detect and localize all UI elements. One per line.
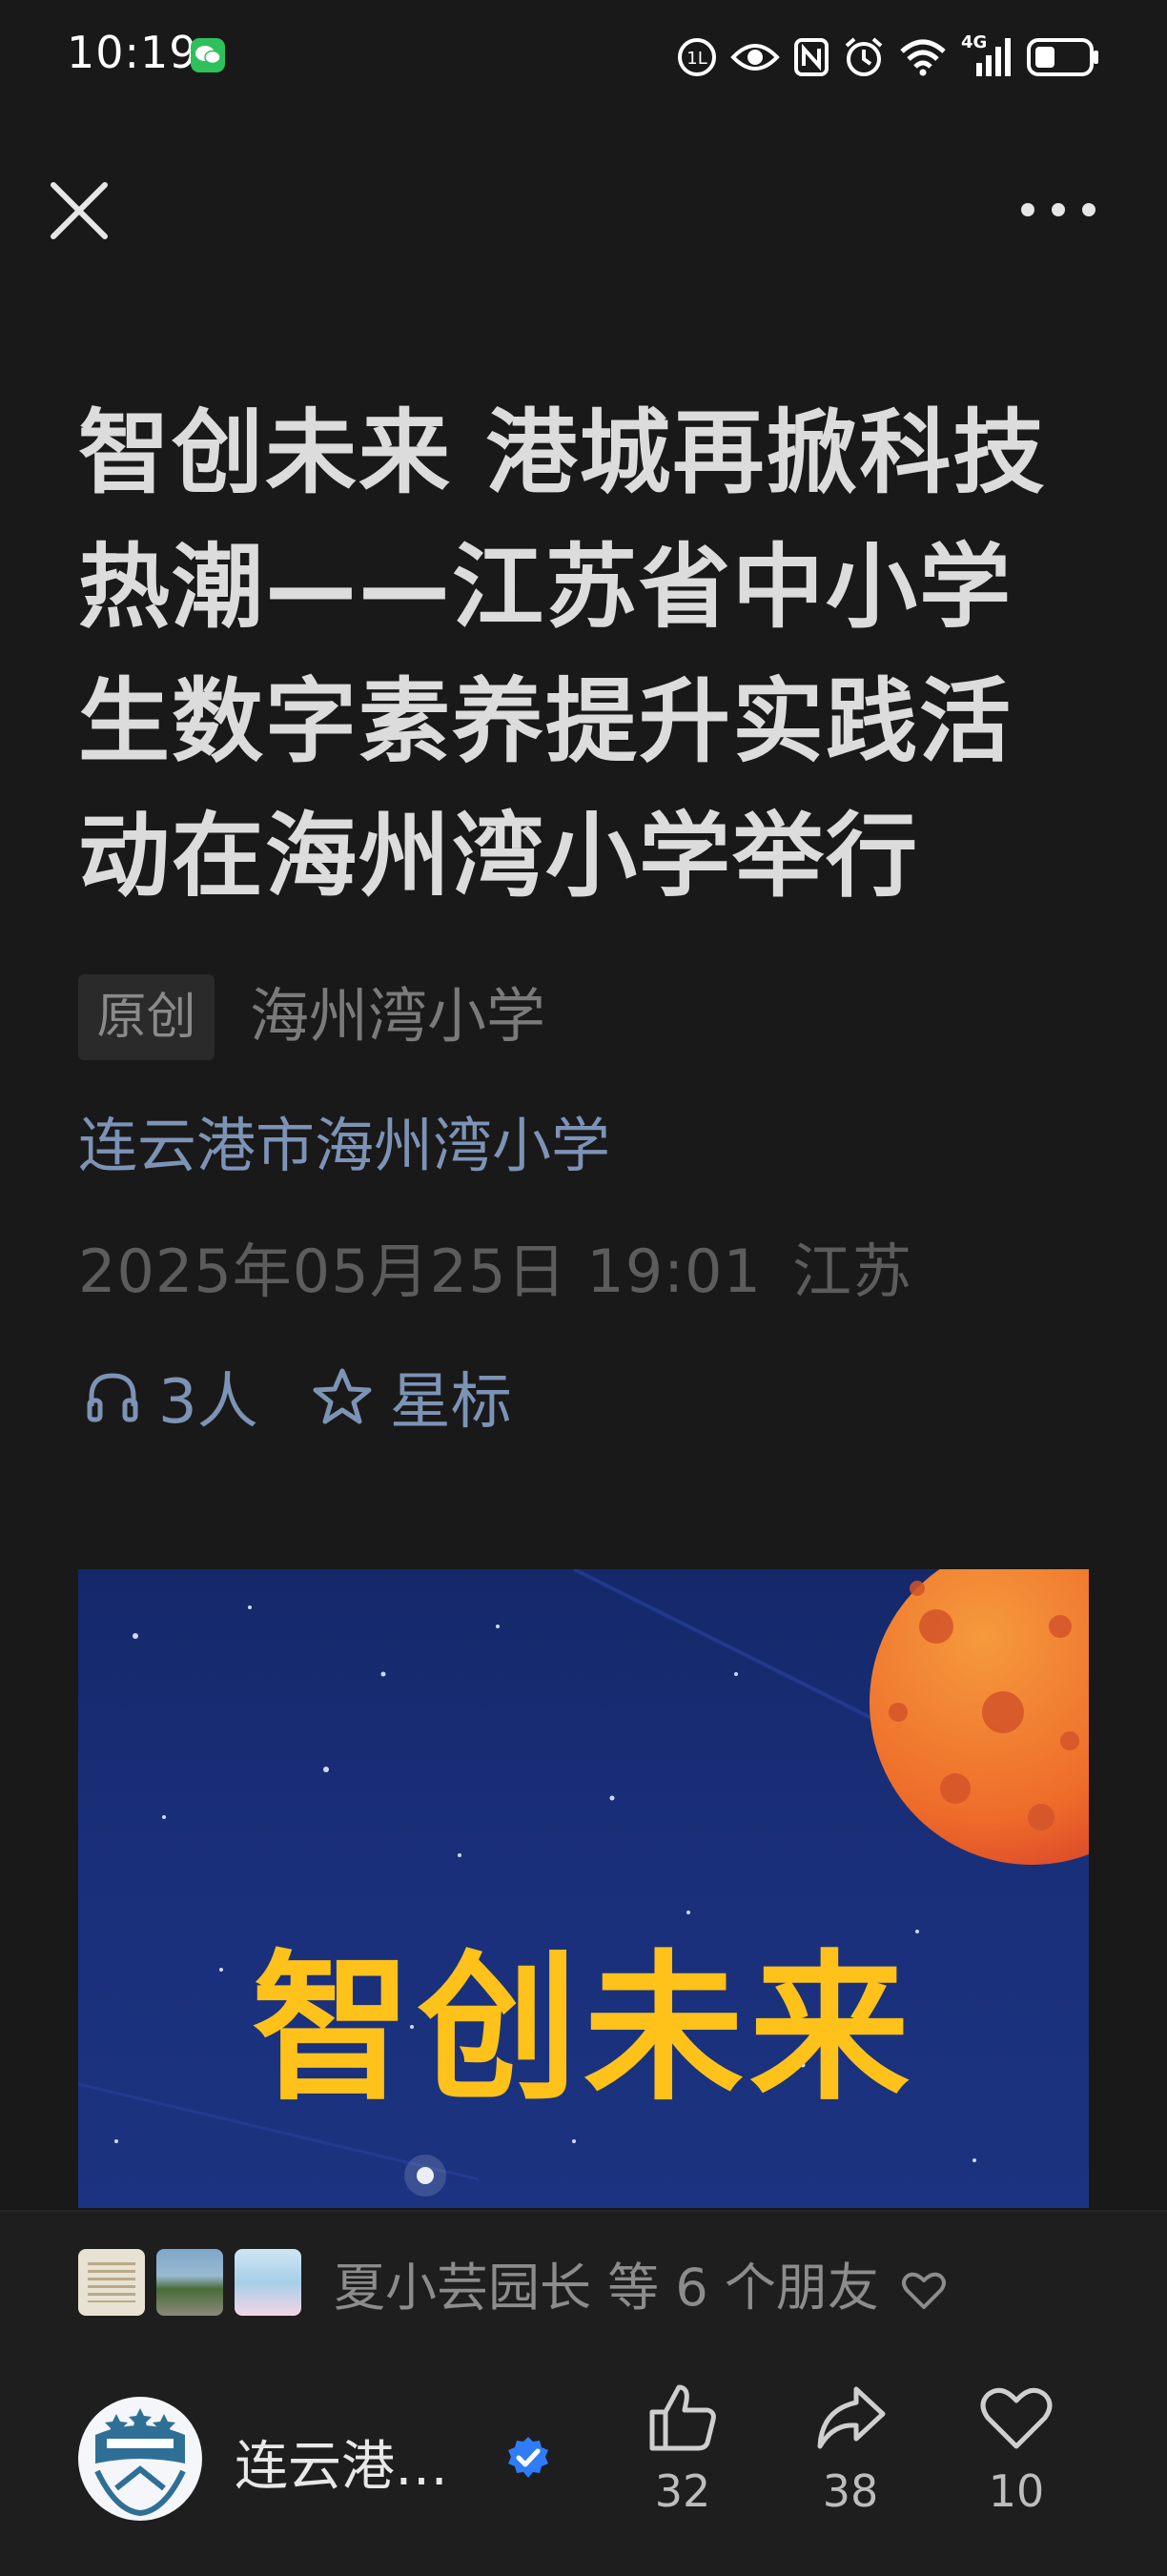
publish-date: 2025年05月25日 19:01: [78, 1237, 762, 1306]
article-title: 智创未来 港城再掀科技热潮——江苏省中小学生数字素养提升实践活动在海州湾小学举行: [78, 399, 1047, 910]
star-label: 星标: [389, 1367, 512, 1438]
original-badge: 原创: [78, 974, 215, 1060]
thumbs-up-icon: [649, 2384, 716, 2451]
cover-image: 智创未来: [78, 1569, 1089, 2208]
favorite-button[interactable]: 10: [959, 2380, 1074, 2517]
listen-button[interactable]: 3人: [84, 1353, 258, 1441]
more-dots-icon: [1021, 203, 1095, 216]
wifi-icon: [900, 39, 946, 76]
star-icon: [313, 1368, 372, 1424]
share-button[interactable]: 38: [793, 2380, 908, 2517]
cover-title: 智创未来: [252, 1935, 915, 2122]
signal-icon: 4G: [961, 32, 1013, 78]
eye-icon: [730, 44, 780, 71]
status-icons: 1L 4G: [677, 32, 1100, 82]
friends-liked-label: 夏小芸园长 等 6 个朋友: [334, 2257, 879, 2318]
more-options-button[interactable]: [1014, 181, 1102, 238]
favorite-count: 10: [988, 2465, 1045, 2517]
like-count: 32: [654, 2465, 711, 2517]
friend-avatar: [235, 2249, 301, 2316]
friend-avatar: [78, 2249, 145, 2316]
battery-icon: [1027, 38, 1098, 76]
listeners-count: 3人: [158, 1367, 258, 1438]
headphones-icon: [87, 1373, 138, 1422]
share-count: 38: [822, 2465, 879, 2517]
heart-outline-icon: [885, 2258, 947, 2318]
status-bar: 10:19 1L 4G: [0, 0, 1167, 114]
friend-avatar: [156, 2249, 223, 2316]
account-short-name[interactable]: 连云港…: [235, 2423, 448, 2501]
status-time: 10:19: [67, 27, 198, 78]
close-button[interactable]: [46, 177, 113, 244]
heart-icon: [980, 2387, 1053, 2449]
close-icon: [51, 182, 108, 239]
friends-liked-text: 夏小芸园长 等 6 个朋友: [334, 2245, 947, 2320]
friends-row[interactable]: 夏小芸园长 等 6 个朋友: [78, 2246, 947, 2319]
publish-info: 2025年05月25日 19:01 江苏: [78, 1232, 943, 1312]
share-arrow-icon: [817, 2386, 886, 2449]
like-button[interactable]: 32: [625, 2380, 740, 2517]
account-name-link[interactable]: 连云港市海州湾小学: [78, 1106, 610, 1186]
publish-region: 江苏: [791, 1237, 912, 1306]
call-hd-icon: 1L: [678, 38, 716, 76]
listen-star-row: 3人 星标: [84, 1354, 512, 1440]
star-button[interactable]: 星标: [312, 1353, 512, 1441]
svg-text:1L: 1L: [686, 49, 706, 69]
nfc-icon: [794, 38, 829, 76]
author-name: 海州湾小学: [250, 981, 546, 1051]
account-avatar[interactable]: [78, 2397, 202, 2521]
wechat-notification-icon: [191, 38, 225, 72]
alarm-icon: [845, 37, 883, 76]
verified-badge-icon: [505, 2435, 551, 2484]
